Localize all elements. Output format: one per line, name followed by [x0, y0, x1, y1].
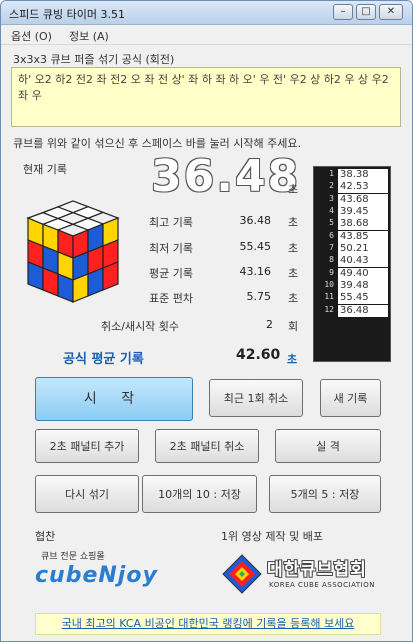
record-row[interactable]: 12 36.48 — [314, 304, 392, 317]
stat-value: 36.48 — [239, 214, 272, 227]
record-value: 40.43 — [338, 255, 388, 268]
new-record-button[interactable]: 새 기록 — [320, 379, 381, 417]
record-value: 49.40 — [338, 267, 388, 280]
close-icon: ✕ — [386, 6, 396, 17]
stat-unit: 초 — [288, 267, 299, 280]
official-average-value: 42.60 — [236, 347, 281, 363]
record-row[interactable]: 11 55.45 — [314, 292, 392, 305]
record-index: 8 — [329, 255, 334, 265]
menu-bar: 옵션 (O) 정보 (A) — [1, 25, 412, 45]
add-penalty-button[interactable]: 2초 패널티 추가 — [35, 429, 139, 463]
record-value: 39.48 — [338, 279, 388, 292]
stat-value: 55.45 — [239, 240, 272, 253]
association-name-ko: 대한큐브협회 — [267, 560, 367, 580]
record-value: 42.53 — [338, 181, 388, 194]
record-value: 38.68 — [338, 218, 388, 231]
stat-label: 최저 기록 — [149, 242, 193, 255]
record-row[interactable]: 5 38.68 — [314, 218, 392, 231]
close-button[interactable]: ✕ — [379, 4, 403, 20]
rescramble-button[interactable]: 다시 섞기 — [35, 475, 139, 513]
stat-cancel-count: 취소/새시작 횟수 2 회 — [101, 318, 311, 336]
sponsor-brand: cubeNjoy — [35, 563, 158, 588]
stat-label: 최고 기록 — [149, 216, 193, 229]
stat-unit: 초 — [288, 216, 299, 229]
stat-unit: 초 — [288, 292, 299, 305]
record-value: 38.38 — [338, 169, 388, 181]
official-average-label: 공식 평균 기록 — [63, 352, 144, 367]
rubiks-cube-image — [26, 200, 120, 303]
stat-label: 평균 기록 — [149, 267, 193, 280]
stat-worst: 최저 기록 55.45 초 — [121, 240, 311, 258]
association-mark-icon — [222, 554, 262, 594]
title-bar[interactable]: 스피드 큐빙 타이머 3.51 – □ ✕ — [1, 1, 412, 25]
record-index: 5 — [329, 218, 334, 228]
current-record-label: 현재 기록 — [23, 163, 67, 176]
start-button[interactable]: 시 작 — [35, 377, 193, 421]
record-row[interactable]: 8 40.43 — [314, 255, 392, 268]
scramble-label: 3x3x3 큐브 퍼즐 섞기 공식 (회전) — [13, 53, 175, 66]
minimize-icon: – — [340, 6, 346, 17]
record-row[interactable]: 2 42.53 — [314, 181, 392, 194]
maximize-icon: □ — [361, 6, 371, 17]
current-time-unit: 초 — [288, 183, 299, 196]
record-row[interactable]: 7 50.21 — [314, 242, 392, 255]
cancel-last-button[interactable]: 최근 1회 취소 — [209, 379, 303, 417]
cancel-penalty-button[interactable]: 2초 패널티 취소 — [155, 429, 259, 463]
menu-options[interactable]: 옵션 (O) — [11, 28, 52, 44]
stat-unit: 초 — [288, 242, 299, 255]
record-index: 10 — [324, 279, 334, 289]
record-index: 11 — [324, 292, 334, 302]
sponsor-tagline: 큐브 전문 쇼핑몰 — [41, 552, 105, 562]
record-index: 1 — [329, 169, 334, 178]
record-row[interactable]: 1 38.38 — [314, 169, 392, 181]
association-name-en: KOREA CUBE ASSOCIATION — [269, 581, 375, 589]
record-value: 36.48 — [338, 304, 388, 317]
record-value: 43.68 — [338, 193, 388, 206]
video-label: 1위 영상 제작 및 배포 — [221, 530, 323, 543]
record-index: 6 — [329, 230, 334, 240]
maximize-button[interactable]: □ — [356, 4, 376, 20]
record-index: 4 — [329, 205, 334, 215]
stat-label: 취소/새시작 횟수 — [101, 320, 180, 333]
record-list[interactable]: 1 38.38 2 42.53 3 43.68 4 39.45 5 38.68 6 43.85 7 50.… — [313, 166, 391, 362]
save-5-button[interactable]: 5개의 5 : 저장 — [269, 475, 381, 513]
record-index: 2 — [329, 181, 334, 191]
ranking-register-link[interactable]: 국내 최고의 KCA 비공인 대한민국 랭킹에 기록을 등록해 보세요 — [35, 613, 381, 635]
stat-label: 표준 편차 — [149, 292, 193, 305]
record-value: 50.21 — [338, 242, 388, 255]
stat-std-dev: 표준 편차 5.75 초 — [121, 290, 311, 308]
stat-average: 평균 기록 43.16 초 — [121, 265, 311, 283]
save-10-button[interactable]: 10개의 10 : 저장 — [142, 475, 257, 513]
cubenjoy-logo[interactable]: 큐브 전문 쇼핑몰 cubeNjoy — [35, 549, 203, 599]
stat-unit: 회 — [288, 320, 299, 333]
window-title: 스피드 큐빙 타이머 3.51 — [9, 8, 125, 21]
dnf-button[interactable]: 실 격 — [275, 429, 381, 463]
record-index: 9 — [329, 267, 334, 277]
current-time-display: 36.48 — [151, 151, 301, 202]
record-row[interactable]: 9 49.40 — [314, 267, 392, 280]
official-average-unit: 초 — [287, 353, 298, 366]
stat-value: 43.16 — [239, 265, 272, 278]
korea-cube-association-logo[interactable]: 대한큐브협회 KOREA CUBE ASSOCIATION — [221, 549, 381, 599]
record-row[interactable]: 10 39.48 — [314, 279, 392, 292]
record-index: 7 — [329, 242, 334, 252]
record-row[interactable]: 6 43.85 — [314, 230, 392, 243]
stat-value: 5.75 — [246, 290, 272, 303]
minimize-button[interactable]: – — [333, 4, 353, 20]
record-row[interactable]: 3 43.68 — [314, 193, 392, 206]
menu-about[interactable]: 정보 (A) — [69, 28, 109, 44]
scramble-text-box: 하' 오2 하2 전2 좌 전2 오 좌 전 상' 좌 하 좌 하 오' 우 전… — [11, 67, 401, 127]
app-window: 스피드 큐빙 타이머 3.51 – □ ✕ 옵션 (O) 정보 (A) 3x3x… — [0, 0, 413, 642]
record-value: 55.45 — [338, 292, 388, 305]
stat-best: 최고 기록 36.48 초 — [121, 214, 311, 232]
record-row[interactable]: 4 39.45 — [314, 205, 392, 218]
record-value: 39.45 — [338, 205, 388, 218]
sponsor-label: 협찬 — [35, 530, 56, 543]
stat-value: 2 — [266, 318, 273, 331]
record-value: 43.85 — [338, 230, 388, 243]
instruction-text: 큐브를 위와 같이 섞으신 후 스페이스 바를 눌러 시작해 주세요. — [13, 137, 301, 150]
record-index: 3 — [329, 193, 334, 203]
record-index: 12 — [324, 304, 334, 314]
